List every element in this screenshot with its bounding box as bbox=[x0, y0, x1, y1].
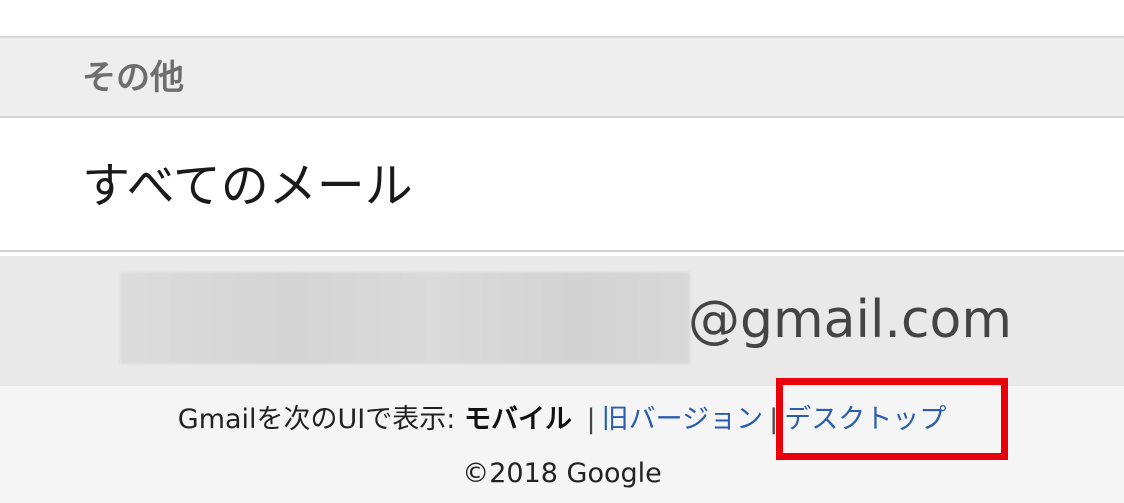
all-mail-item[interactable]: すべてのメール bbox=[0, 120, 1124, 252]
ui-desktop-link[interactable]: デスクトップ bbox=[784, 404, 946, 435]
email-domain: @gmail.com bbox=[688, 290, 1013, 350]
top-blank-area bbox=[0, 0, 1124, 38]
all-mail-label: すべてのメール bbox=[82, 158, 413, 214]
section-title: その他 bbox=[82, 58, 184, 98]
section-header-other: その他 bbox=[0, 38, 1124, 118]
account-info: @gmail.com bbox=[0, 256, 1124, 386]
redacted-email-username bbox=[120, 272, 690, 364]
ui-prefix-label: Gmailを次のUIで表示: bbox=[177, 404, 456, 435]
ui-separator: | bbox=[769, 404, 779, 435]
ui-switcher: Gmailを次のUIで表示: モバイル | 旧バージョン | デスクトップ bbox=[0, 400, 1124, 440]
ui-old-version-link[interactable]: 旧バージョン bbox=[602, 404, 763, 435]
footer: Gmailを次のUIで表示: モバイル | 旧バージョン | デスクトップ ©2018… bbox=[0, 386, 1124, 503]
ui-current-mobile: モバイル bbox=[463, 404, 572, 435]
ui-separator: | bbox=[586, 404, 596, 435]
copyright: ©2018 Google bbox=[462, 458, 662, 489]
